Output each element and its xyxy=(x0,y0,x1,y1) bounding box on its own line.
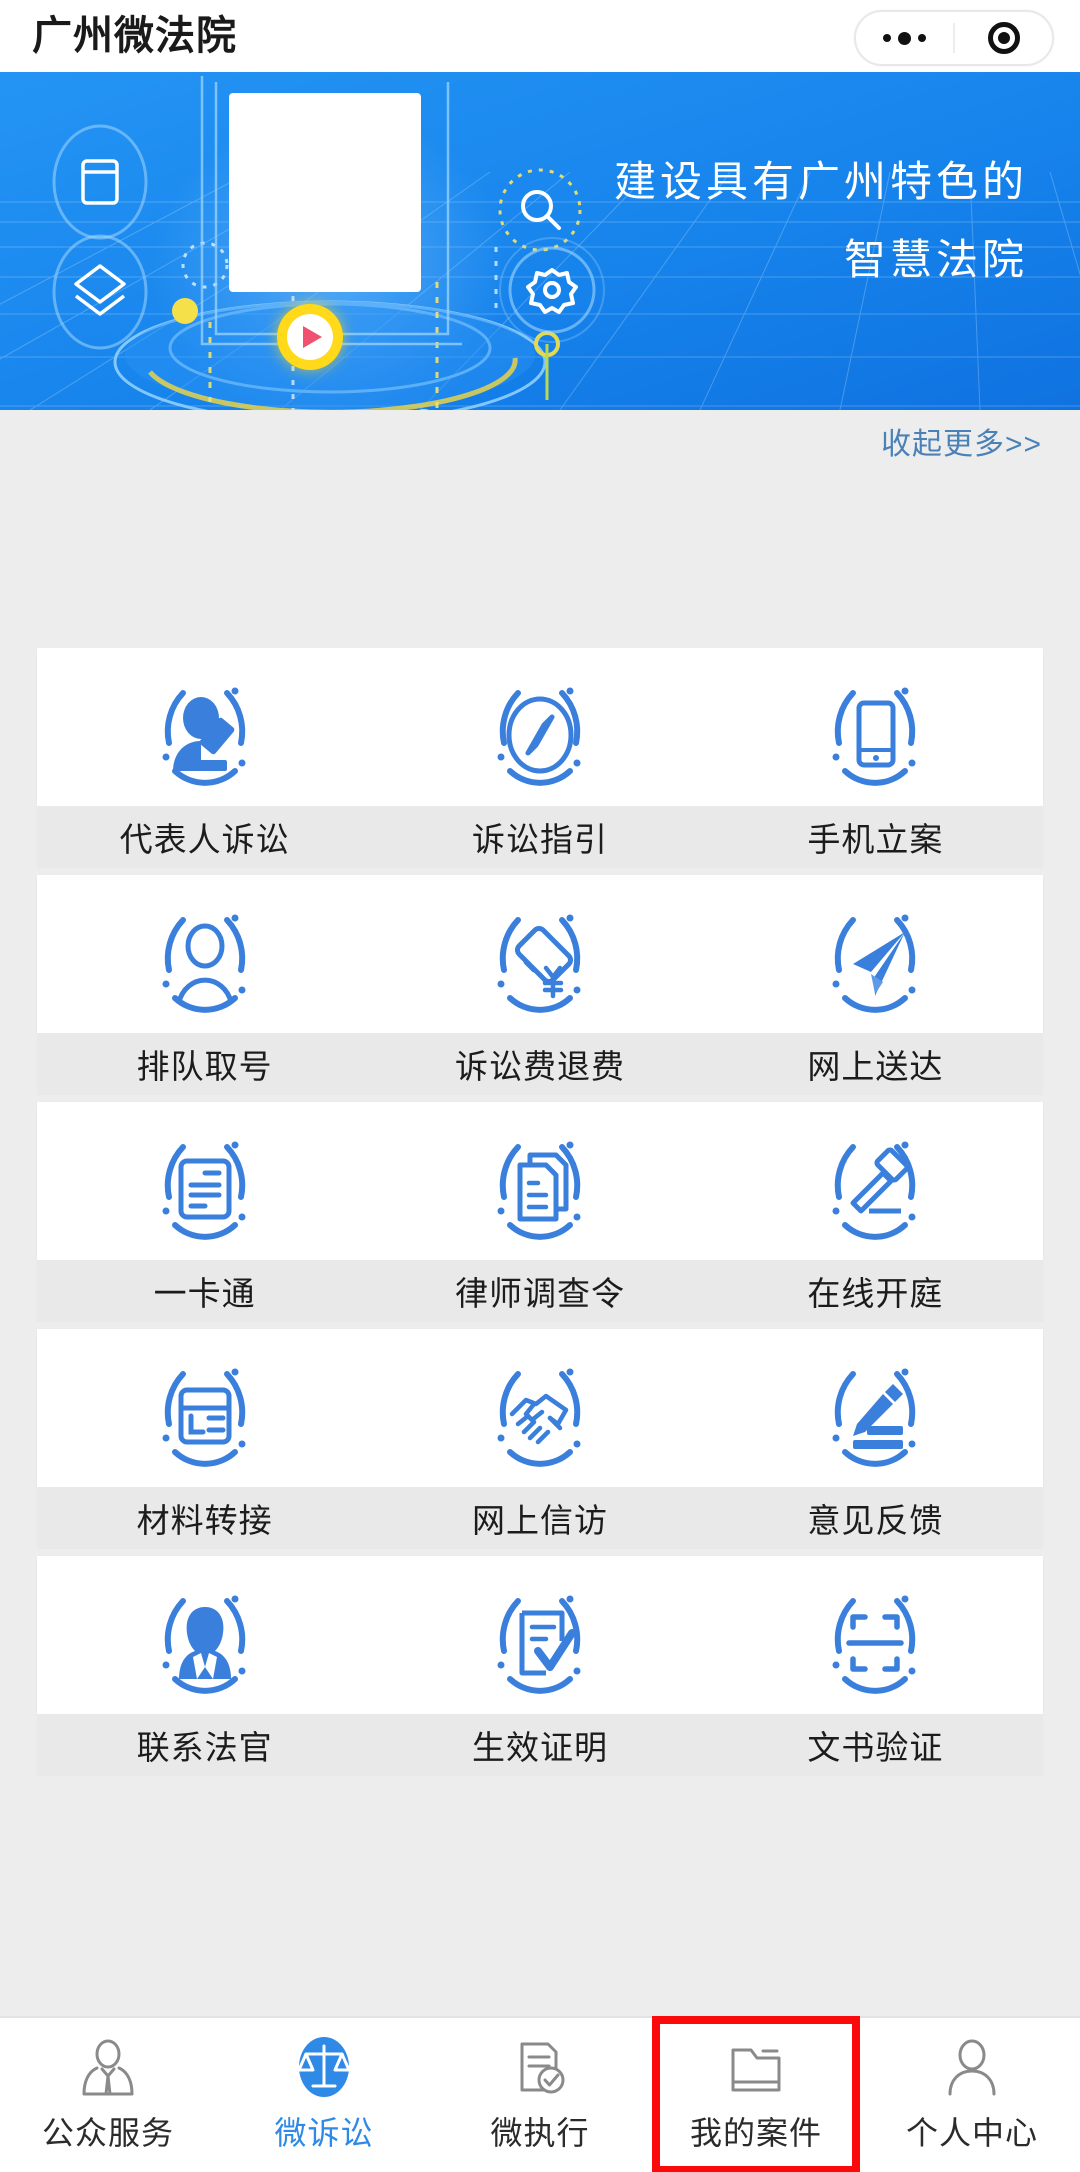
grid-item-queue-number[interactable] xyxy=(37,875,372,1033)
top-bar: 广州微法院 xyxy=(0,0,1080,72)
tab-personal-center[interactable]: 个人中心 xyxy=(864,2018,1080,2172)
grid-item-material-transfer[interactable] xyxy=(37,1329,372,1487)
grid-row-labels: 排队取号 诉讼费退费 网上送达 xyxy=(37,1033,1043,1095)
grid-label: 联系法官 xyxy=(37,1721,372,1769)
grid-label: 诉讼费退费 xyxy=(372,1040,707,1088)
page-title: 广州微法院 xyxy=(32,16,237,56)
grid-label: 手机立案 xyxy=(708,813,1043,861)
grid-label: 一卡通 xyxy=(37,1267,372,1315)
grid-row-labels: 一卡通 律师调查令 在线开庭 xyxy=(37,1260,1043,1322)
mobile-filing-icon xyxy=(800,666,950,806)
grid-row xyxy=(37,1102,1043,1260)
public-service-person-icon xyxy=(80,2036,136,2098)
paper-plane-delivery-icon xyxy=(800,893,950,1033)
tab-my-cases[interactable]: 我的案件 xyxy=(648,2018,864,2172)
grid-item-lawyer-investigation-order[interactable] xyxy=(372,1102,707,1260)
grid-item-document-verification[interactable] xyxy=(708,1556,1043,1714)
grid-item-contact-judge[interactable] xyxy=(37,1556,372,1714)
grid-label: 生效证明 xyxy=(372,1721,707,1769)
grid-item-feedback[interactable] xyxy=(708,1329,1043,1487)
queue-number-icon xyxy=(130,893,280,1033)
grid-item-litigation-guide[interactable] xyxy=(372,648,707,806)
grid-row xyxy=(37,875,1043,1033)
tab-label: 微执行 xyxy=(490,2108,589,2154)
grid-row xyxy=(37,1329,1043,1487)
collapse-row: 收起更多>> xyxy=(0,410,1080,472)
bottom-tab-bar: 公众服务 微诉讼 xyxy=(0,2016,1080,2172)
hero-banner[interactable]: 建设具有广州特色的 智慧法院 xyxy=(0,72,1080,410)
play-button-icon[interactable] xyxy=(277,304,343,370)
handshake-petition-icon xyxy=(465,1347,615,1487)
grid-item-effective-certificate[interactable] xyxy=(372,1556,707,1714)
miniprogram-capsule xyxy=(854,10,1054,66)
effective-certificate-icon xyxy=(465,1574,615,1714)
grid-item-representative-litigation[interactable] xyxy=(37,648,372,806)
gavel-online-court-icon xyxy=(800,1120,950,1260)
tab-micro-execution[interactable]: 微执行 xyxy=(432,2018,648,2172)
tab-label: 微诉讼 xyxy=(274,2108,373,2154)
grid-item-online-petition[interactable] xyxy=(372,1329,707,1487)
grid-row-labels: 联系法官 生效证明 文书验证 xyxy=(37,1714,1043,1776)
pencil-feedback-icon xyxy=(800,1347,950,1487)
tab-micro-litigation[interactable]: 微诉讼 xyxy=(216,2018,432,2172)
grid-row-labels: 代表人诉讼 诉讼指引 手机立案 xyxy=(37,806,1043,868)
tab-label: 我的案件 xyxy=(690,2108,822,2154)
folder-my-cases-icon xyxy=(727,2036,785,2098)
grid-label: 网上送达 xyxy=(708,1040,1043,1088)
grid-row xyxy=(37,648,1043,806)
close-miniprogram-button[interactable] xyxy=(955,12,1052,64)
tab-label: 公众服务 xyxy=(42,2108,174,2154)
tab-public-service[interactable]: 公众服务 xyxy=(0,2018,216,2172)
collapse-more-link[interactable]: 收起更多>> xyxy=(881,419,1042,463)
grid-label: 诉讼指引 xyxy=(372,813,707,861)
all-in-one-card-icon xyxy=(130,1120,280,1260)
material-transfer-card-icon xyxy=(130,1347,280,1487)
grid-row-labels: 材料转接 网上信访 意见反馈 xyxy=(37,1487,1043,1549)
user-profile-icon xyxy=(944,2036,1000,2098)
service-grid: 代表人诉讼 诉讼指引 手机立案 xyxy=(0,648,1080,1783)
execution-document-icon xyxy=(512,2036,568,2098)
grid-label: 文书验证 xyxy=(708,1721,1043,1769)
canton-tower-illustration xyxy=(229,93,421,292)
lawyer-documents-icon xyxy=(465,1120,615,1260)
grid-item-all-in-one-card[interactable] xyxy=(37,1102,372,1260)
banner-line-1: 建设具有广州特色的 xyxy=(614,160,1028,204)
more-menu-button[interactable] xyxy=(856,12,953,64)
grid-row xyxy=(37,1556,1043,1714)
grid-item-online-court[interactable] xyxy=(708,1102,1043,1260)
grid-item-online-delivery[interactable] xyxy=(708,875,1043,1033)
scales-litigation-icon xyxy=(295,2036,353,2098)
grid-label: 材料转接 xyxy=(37,1494,372,1542)
grid-label: 网上信访 xyxy=(372,1494,707,1542)
grid-item-fee-refund[interactable] xyxy=(372,875,707,1033)
grid-label: 律师调查令 xyxy=(372,1267,707,1315)
app-screen: 广州微法院 xyxy=(0,0,1080,2172)
target-circle-icon xyxy=(988,22,1020,54)
representative-litigation-icon xyxy=(130,666,280,806)
judge-contact-icon xyxy=(130,1574,280,1714)
tab-label: 个人中心 xyxy=(906,2108,1038,2154)
fee-refund-card-icon xyxy=(465,893,615,1033)
banner-slogan: 建设具有广州特色的 智慧法院 xyxy=(614,160,1028,282)
compass-guide-icon xyxy=(465,666,615,806)
grid-label: 意见反馈 xyxy=(708,1494,1043,1542)
banner-line-2: 智慧法院 xyxy=(614,238,1028,282)
document-scan-verify-icon xyxy=(800,1574,950,1714)
grid-label: 排队取号 xyxy=(37,1040,372,1088)
grid-label: 代表人诉讼 xyxy=(37,813,372,861)
grid-label: 在线开庭 xyxy=(708,1267,1043,1315)
grid-item-mobile-filing[interactable] xyxy=(708,648,1043,806)
more-dots-icon xyxy=(883,32,926,45)
